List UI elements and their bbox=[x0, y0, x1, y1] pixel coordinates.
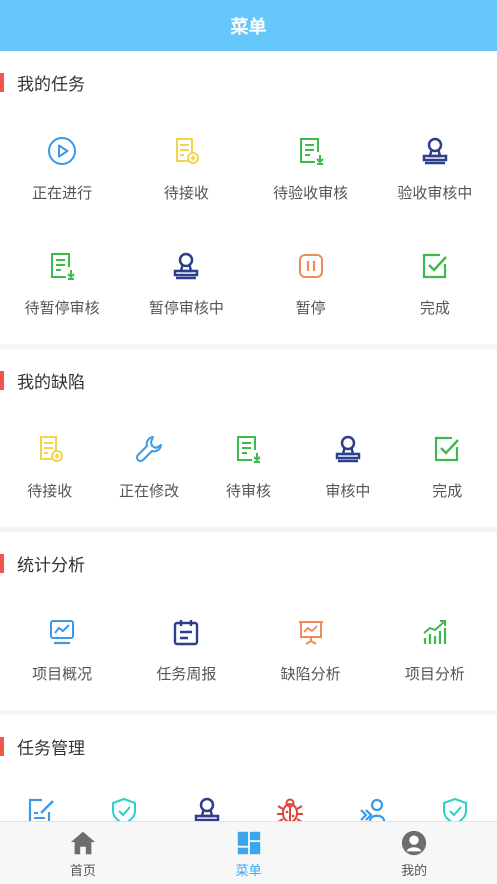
presentation-icon bbox=[294, 615, 328, 649]
edit-doc-icon bbox=[24, 794, 58, 821]
user-switch-icon bbox=[356, 794, 390, 821]
section-my-tasks: 我的任务 正在进行 待接收 待验收审核 验收审核中 待暂停审核 暂停审核中 暂停… bbox=[0, 51, 497, 344]
checkbox-icon bbox=[430, 432, 464, 466]
home-icon bbox=[68, 828, 98, 858]
stamp-item[interactable] bbox=[166, 778, 249, 821]
section-title-statistics: 统计分析 bbox=[0, 532, 497, 595]
profile-icon bbox=[399, 828, 429, 858]
item-label: 验收审核中 bbox=[397, 184, 473, 202]
task-pending-acceptance-review-item[interactable]: 待验收审核 bbox=[249, 114, 373, 229]
doc-add-icon bbox=[169, 134, 203, 168]
section-title-text: 我的缺陷 bbox=[17, 373, 85, 393]
section-title-task-management: 任务管理 bbox=[0, 715, 497, 778]
defect-analysis-item[interactable]: 缺陷分析 bbox=[249, 595, 373, 710]
defect-pending-review-item[interactable]: 待审核 bbox=[199, 412, 298, 527]
header-bar: 菜单 bbox=[0, 0, 497, 51]
pause-icon bbox=[294, 249, 328, 283]
item-label: 待接收 bbox=[27, 482, 73, 500]
shield-check-item[interactable] bbox=[83, 778, 166, 821]
defect-pending-receive-item[interactable]: 待接收 bbox=[0, 412, 99, 527]
item-label: 正在进行 bbox=[32, 184, 93, 202]
stamp-icon bbox=[331, 432, 365, 466]
section-task-management: 任务管理 bbox=[0, 715, 497, 821]
section-title-text: 我的任务 bbox=[17, 75, 85, 95]
tab-label: 首页 bbox=[69, 864, 96, 879]
item-label: 待审核 bbox=[225, 482, 271, 500]
item-label: 完成 bbox=[432, 482, 463, 500]
menu-content: 我的任务 正在进行 待接收 待验收审核 验收审核中 待暂停审核 暂停审核中 暂停… bbox=[0, 51, 497, 821]
item-label: 正在修改 bbox=[119, 482, 180, 500]
growth-chart-icon bbox=[418, 615, 452, 649]
tab-label: 我的 bbox=[401, 864, 428, 879]
menu-grid-icon bbox=[234, 828, 264, 858]
doc-add-icon bbox=[33, 432, 67, 466]
user-switch-item[interactable] bbox=[331, 778, 414, 821]
item-label: 暂停 bbox=[295, 299, 326, 317]
item-label: 项目分析 bbox=[404, 665, 465, 683]
shield-check-icon bbox=[438, 794, 472, 821]
item-label: 完成 bbox=[419, 299, 450, 317]
tab-home[interactable]: 首页 bbox=[0, 822, 166, 884]
task-pause-reviewing-item[interactable]: 暂停审核中 bbox=[124, 229, 248, 344]
stamp-icon bbox=[190, 794, 224, 821]
play-icon bbox=[45, 134, 79, 168]
section-title-text: 统计分析 bbox=[17, 556, 85, 576]
section-my-defects: 我的缺陷 待接收 正在修改 待审核 审核中 完成 bbox=[0, 349, 497, 527]
task-pending-receive-item[interactable]: 待接收 bbox=[124, 114, 248, 229]
section-marker bbox=[0, 73, 4, 92]
section-title-my-tasks: 我的任务 bbox=[0, 51, 497, 114]
bottom-tab-bar: 首页 菜单 我的 bbox=[0, 821, 497, 884]
wrench-icon bbox=[132, 432, 166, 466]
tab-profile[interactable]: 我的 bbox=[331, 822, 497, 884]
calendar-icon bbox=[169, 615, 203, 649]
defect-reviewing-item[interactable]: 审核中 bbox=[298, 412, 397, 527]
section-title-text: 任务管理 bbox=[17, 739, 85, 759]
section-title-my-defects: 我的缺陷 bbox=[0, 349, 497, 412]
edit-doc-item[interactable] bbox=[0, 778, 83, 821]
item-label: 任务周报 bbox=[156, 665, 217, 683]
doc-check-icon bbox=[231, 432, 265, 466]
section-marker bbox=[0, 737, 4, 756]
checkbox-icon bbox=[418, 249, 452, 283]
defect-completed-item[interactable]: 完成 bbox=[398, 412, 497, 527]
task-pending-pause-review-item[interactable]: 待暂停审核 bbox=[0, 229, 124, 344]
section-statistics: 统计分析 项目概况 任务周报 缺陷分析 项目分析 bbox=[0, 532, 497, 710]
task-paused-item[interactable]: 暂停 bbox=[249, 229, 373, 344]
tab-label: 菜单 bbox=[235, 864, 262, 879]
task-in-progress-item[interactable]: 正在进行 bbox=[0, 114, 124, 229]
project-analysis-item[interactable]: 项目分析 bbox=[373, 595, 497, 710]
doc-check-icon bbox=[45, 249, 79, 283]
shield-check-item[interactable] bbox=[414, 778, 497, 821]
item-label: 暂停审核中 bbox=[148, 299, 224, 317]
doc-check-icon bbox=[294, 134, 328, 168]
item-label: 待接收 bbox=[163, 184, 209, 202]
bug-icon bbox=[273, 794, 307, 821]
item-label: 审核中 bbox=[325, 482, 371, 500]
item-label: 项目概况 bbox=[32, 665, 93, 683]
defect-fixing-item[interactable]: 正在修改 bbox=[99, 412, 198, 527]
task-weekly-report-item[interactable]: 任务周报 bbox=[124, 595, 248, 710]
section-marker bbox=[0, 371, 4, 390]
task-completed-item[interactable]: 完成 bbox=[373, 229, 497, 344]
task-acceptance-reviewing-item[interactable]: 验收审核中 bbox=[373, 114, 497, 229]
stamp-icon bbox=[418, 134, 452, 168]
page-title: 菜单 bbox=[230, 16, 267, 38]
project-overview-item[interactable]: 项目概况 bbox=[0, 595, 124, 710]
section-marker bbox=[0, 554, 4, 573]
shield-check-icon bbox=[107, 794, 141, 821]
item-label: 缺陷分析 bbox=[280, 665, 341, 683]
stamp-icon bbox=[169, 249, 203, 283]
tab-menu[interactable]: 菜单 bbox=[166, 822, 332, 884]
bug-item[interactable] bbox=[248, 778, 331, 821]
item-label: 待验收审核 bbox=[273, 184, 349, 202]
item-label: 待暂停审核 bbox=[24, 299, 100, 317]
monitor-chart-icon bbox=[45, 615, 79, 649]
